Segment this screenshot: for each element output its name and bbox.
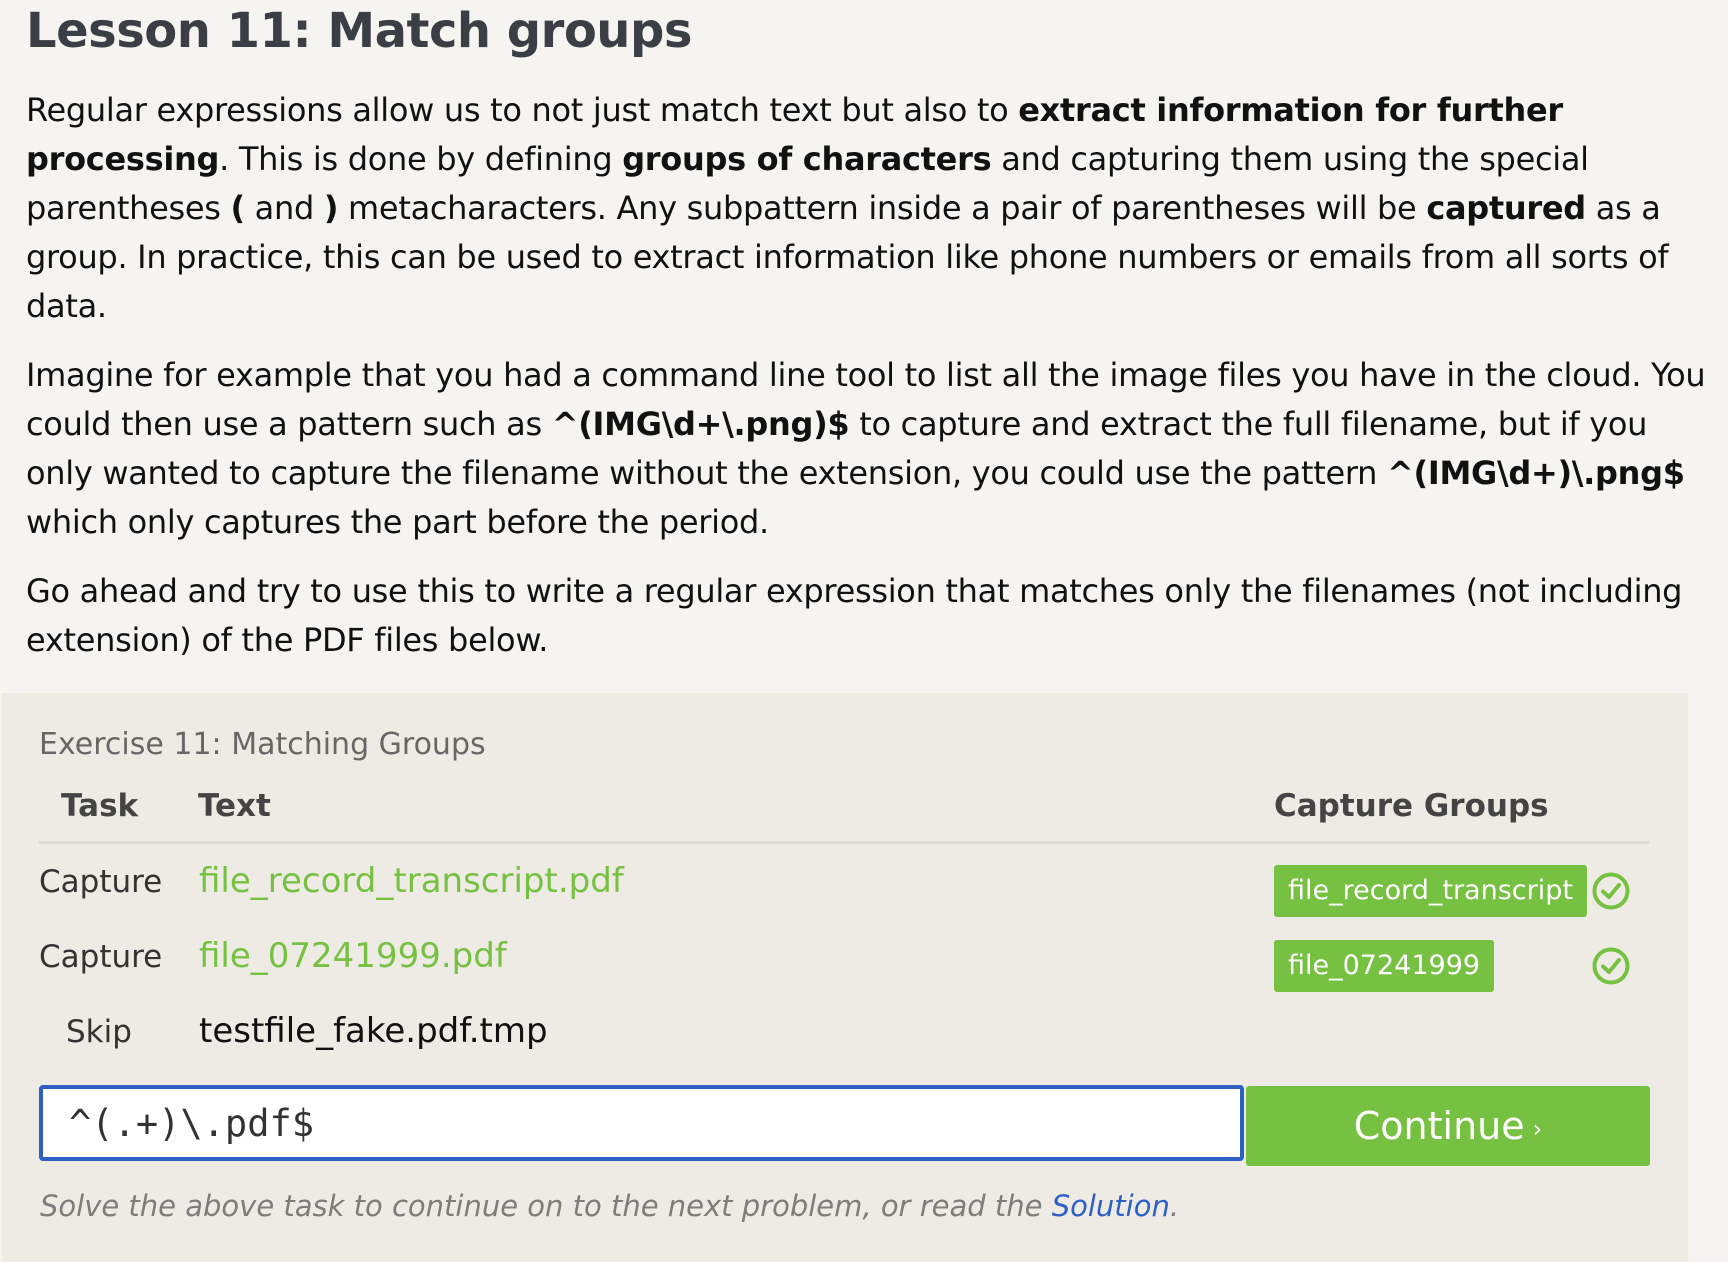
- table-row: Capture file_07241999.pdf file_07241999: [2, 933, 1688, 1003]
- exercise-title: Exercise 11: Matching Groups: [39, 727, 486, 762]
- row-text: testfile_fake.pdf.tmp: [199, 1011, 548, 1051]
- emphasis-text: captured: [1426, 189, 1586, 227]
- text-run: metacharacters. Any subpattern inside a …: [338, 189, 1427, 227]
- lesson-content: Lesson 11: Match groups Regular expressi…: [26, 0, 1706, 665]
- task-label: Capture: [39, 864, 163, 900]
- column-header-task: Task: [61, 788, 139, 824]
- capture-group-badge: file_record_transcript: [1274, 865, 1587, 917]
- continue-button[interactable]: Continue ›: [1246, 1086, 1650, 1166]
- lesson-paragraph-instructions: Go ahead and try to use this to write a …: [26, 572, 1683, 659]
- chevron-right-icon: ›: [1532, 1114, 1543, 1143]
- exercise-panel: Exercise 11: Matching Groups Task Text C…: [2, 693, 1688, 1262]
- task-label: Skip: [66, 1014, 132, 1050]
- check-icon: [1592, 947, 1630, 985]
- regex-input[interactable]: [39, 1085, 1244, 1161]
- column-header-capture-groups: Capture Groups: [1274, 788, 1549, 824]
- page-title: Lesson 11: Match groups: [26, 3, 692, 59]
- lesson-paragraph-intro: Regular expressions allow us to not just…: [26, 86, 1706, 331]
- text-run: . This is done by defining: [219, 140, 623, 178]
- lesson-paragraph-example: Imagine for example that you had a comma…: [26, 351, 1706, 547]
- emphasis-text: groups of characters: [622, 140, 992, 178]
- hint-prefix: Solve the above task to continue on to t…: [40, 1189, 1052, 1223]
- text-run: and: [244, 189, 324, 227]
- row-text: file_07241999.pdf: [199, 936, 507, 976]
- solution-link[interactable]: Solution: [1052, 1189, 1170, 1223]
- code-pattern: ^(IMG\d+)\.png$: [1387, 454, 1685, 492]
- emphasis-text: (: [230, 189, 245, 227]
- table-row: Capture file_record_transcript.pdf file_…: [2, 858, 1688, 928]
- table-row: Skip testfile_fake.pdf.tmp: [2, 1008, 1688, 1078]
- continue-label: Continue: [1353, 1104, 1525, 1148]
- hint-suffix: .: [1169, 1189, 1180, 1223]
- column-header-text: Text: [198, 788, 271, 824]
- text-run: Regular expressions allow us to not just…: [26, 91, 1019, 129]
- task-label: Capture: [39, 939, 163, 975]
- hint-text: Solve the above task to continue on to t…: [40, 1189, 1179, 1223]
- capture-group-badge: file_07241999: [1274, 940, 1495, 992]
- emphasis-text: ): [323, 189, 339, 227]
- check-icon: [1592, 872, 1630, 910]
- header-divider: [39, 841, 1649, 844]
- row-text: file_record_transcript.pdf: [199, 861, 624, 901]
- text-run: which only captures the part before the …: [26, 503, 769, 541]
- code-pattern: ^(IMG\d+\.png)$: [551, 405, 850, 443]
